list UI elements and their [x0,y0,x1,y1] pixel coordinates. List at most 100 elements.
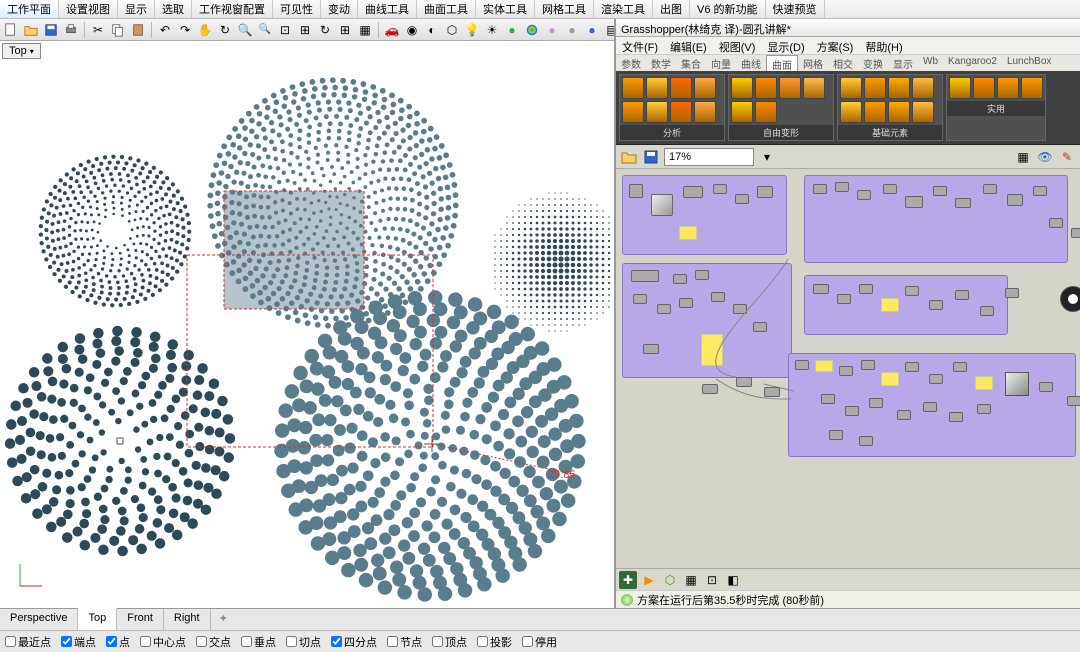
gh-nav2-icon[interactable]: ▶ [640,571,658,589]
4view-icon[interactable]: ⊞ [336,21,354,39]
undo-icon[interactable]: ↶ [156,21,174,39]
paste-icon[interactable] [129,21,147,39]
gh-component-icon[interactable] [755,77,777,99]
gh-tab[interactable]: 数学 [646,55,676,71]
viewport-tab[interactable]: Top [78,608,117,630]
gh-component-icon[interactable] [803,77,825,99]
menu-tab[interactable]: 出图 [653,0,690,18]
gh-tab[interactable]: LunchBox [1002,55,1056,71]
refresh-icon[interactable]: ↻ [316,21,334,39]
menu-tab[interactable]: V6 的新功能 [690,0,766,18]
gh-component-icon[interactable] [670,101,692,123]
menu-tab[interactable]: 选取 [155,0,192,18]
add-viewport-icon[interactable]: ✦ [211,609,236,630]
gh-component-icon[interactable] [731,101,753,123]
viewport-tab[interactable]: Right [164,609,211,630]
zoom-out-icon[interactable]: 🔍 [256,21,274,39]
gh-nav4-icon[interactable]: ▦ [682,571,700,589]
material-icon[interactable]: ● [503,21,521,39]
gh-menu-item[interactable]: 视图(V) [713,37,762,54]
gh-tab[interactable]: 变换 [858,55,888,71]
gh-sketch-icon[interactable]: ✎ [1058,148,1076,166]
gh-component-icon[interactable] [973,77,995,99]
osnap-5[interactable]: 垂点 [236,634,281,650]
osnap-11[interactable]: 停用 [517,634,562,650]
ball-icon[interactable]: ● [543,21,561,39]
osnap-3[interactable]: 中心点 [135,634,191,650]
new-icon[interactable] [2,21,20,39]
cut-icon[interactable]: ✂ [89,21,107,39]
viewport-tab[interactable]: Front [117,609,164,630]
menu-tab[interactable]: 网格工具 [535,0,594,18]
osnap-10[interactable]: 投影 [472,634,517,650]
gh-component-icon[interactable] [670,77,692,99]
gh-component-icon[interactable] [646,77,668,99]
gh-component-icon[interactable] [864,77,886,99]
gh-component-icon[interactable] [622,77,644,99]
gh-tab[interactable]: Kangaroo2 [943,55,1002,71]
redo-icon[interactable]: ↷ [176,21,194,39]
gh-component-icon[interactable] [888,101,910,123]
gh-component-icon[interactable] [622,101,644,123]
print-icon[interactable] [62,21,80,39]
osnap-0[interactable]: 最近点 [0,634,56,650]
gh-menu-item[interactable]: 显示(D) [761,37,810,54]
gh-menu-item[interactable]: 帮助(H) [859,37,908,54]
osnap-9[interactable]: 顶点 [427,634,472,650]
gh-nav6-icon[interactable]: ◧ [724,571,742,589]
gh-tab[interactable]: 显示 [888,55,918,71]
car-icon[interactable]: 🚗 [383,21,401,39]
wire-icon[interactable]: ⬡ [443,21,461,39]
osnap-1[interactable]: 端点 [56,634,101,650]
gh-component-icon[interactable] [840,101,862,123]
gh-tab[interactable]: 参数 [616,55,646,71]
gh-component-icon[interactable] [731,77,753,99]
gh-component-icon[interactable] [888,77,910,99]
gh-nav1-icon[interactable]: ✚ [619,571,637,589]
ball3-icon[interactable]: ● [583,21,601,39]
gh-tab[interactable]: 网格 [798,55,828,71]
gh-component-icon[interactable] [646,101,668,123]
menu-tab[interactable]: 设置视图 [59,0,118,18]
gh-open-icon[interactable] [620,148,638,166]
menu-tab[interactable]: 工作视窗配置 [192,0,273,18]
gh-component-icon[interactable] [1021,77,1043,99]
color-icon[interactable] [523,21,541,39]
gh-preview-icon[interactable]: 👁 [1036,148,1054,166]
gh-component-icon[interactable] [755,101,777,123]
gh-component-icon[interactable] [912,101,934,123]
zoom-extents-icon[interactable]: ⊡ [276,21,294,39]
zoom-in-icon[interactable]: 🔍 [236,21,254,39]
gh-tab[interactable]: 曲面 [766,55,798,71]
gh-canvas[interactable] [616,169,1080,568]
menu-tab[interactable]: 渲染工具 [594,0,653,18]
osnap-2[interactable]: 点 [101,634,135,650]
menu-tab[interactable]: 变动 [321,0,358,18]
osnap-7[interactable]: 四分点 [326,634,382,650]
gh-component-icon[interactable] [694,101,716,123]
menu-tab[interactable]: 工作平面 [0,0,59,18]
gh-component-icon[interactable] [949,77,971,99]
gh-menu-item[interactable]: 文件(F) [616,37,664,54]
viewport-label[interactable]: Top [2,43,41,59]
gh-tab[interactable]: 相交 [828,55,858,71]
maxview-icon[interactable]: ▦ [356,21,374,39]
gh-display-icon[interactable]: ▦ [1014,148,1032,166]
gh-tab[interactable]: Wb [918,55,943,71]
gh-nav5-icon[interactable]: ⊡ [703,571,721,589]
gh-tab[interactable]: 向量 [706,55,736,71]
sun-icon[interactable]: ☀ [483,21,501,39]
render-icon[interactable]: ◉ [403,21,421,39]
save-icon[interactable] [42,21,60,39]
osnap-4[interactable]: 交点 [191,634,236,650]
menu-tab[interactable]: 快速预览 [766,0,825,18]
ball2-icon[interactable]: ● [563,21,581,39]
gh-component-icon[interactable] [840,77,862,99]
rotate-icon[interactable]: ↻ [216,21,234,39]
osnap-6[interactable]: 切点 [281,634,326,650]
gh-save-icon[interactable] [642,148,660,166]
menu-tab[interactable]: 可见性 [273,0,321,18]
gh-component-icon[interactable] [912,77,934,99]
menu-tab[interactable]: 显示 [118,0,155,18]
gh-tab[interactable]: 集合 [676,55,706,71]
